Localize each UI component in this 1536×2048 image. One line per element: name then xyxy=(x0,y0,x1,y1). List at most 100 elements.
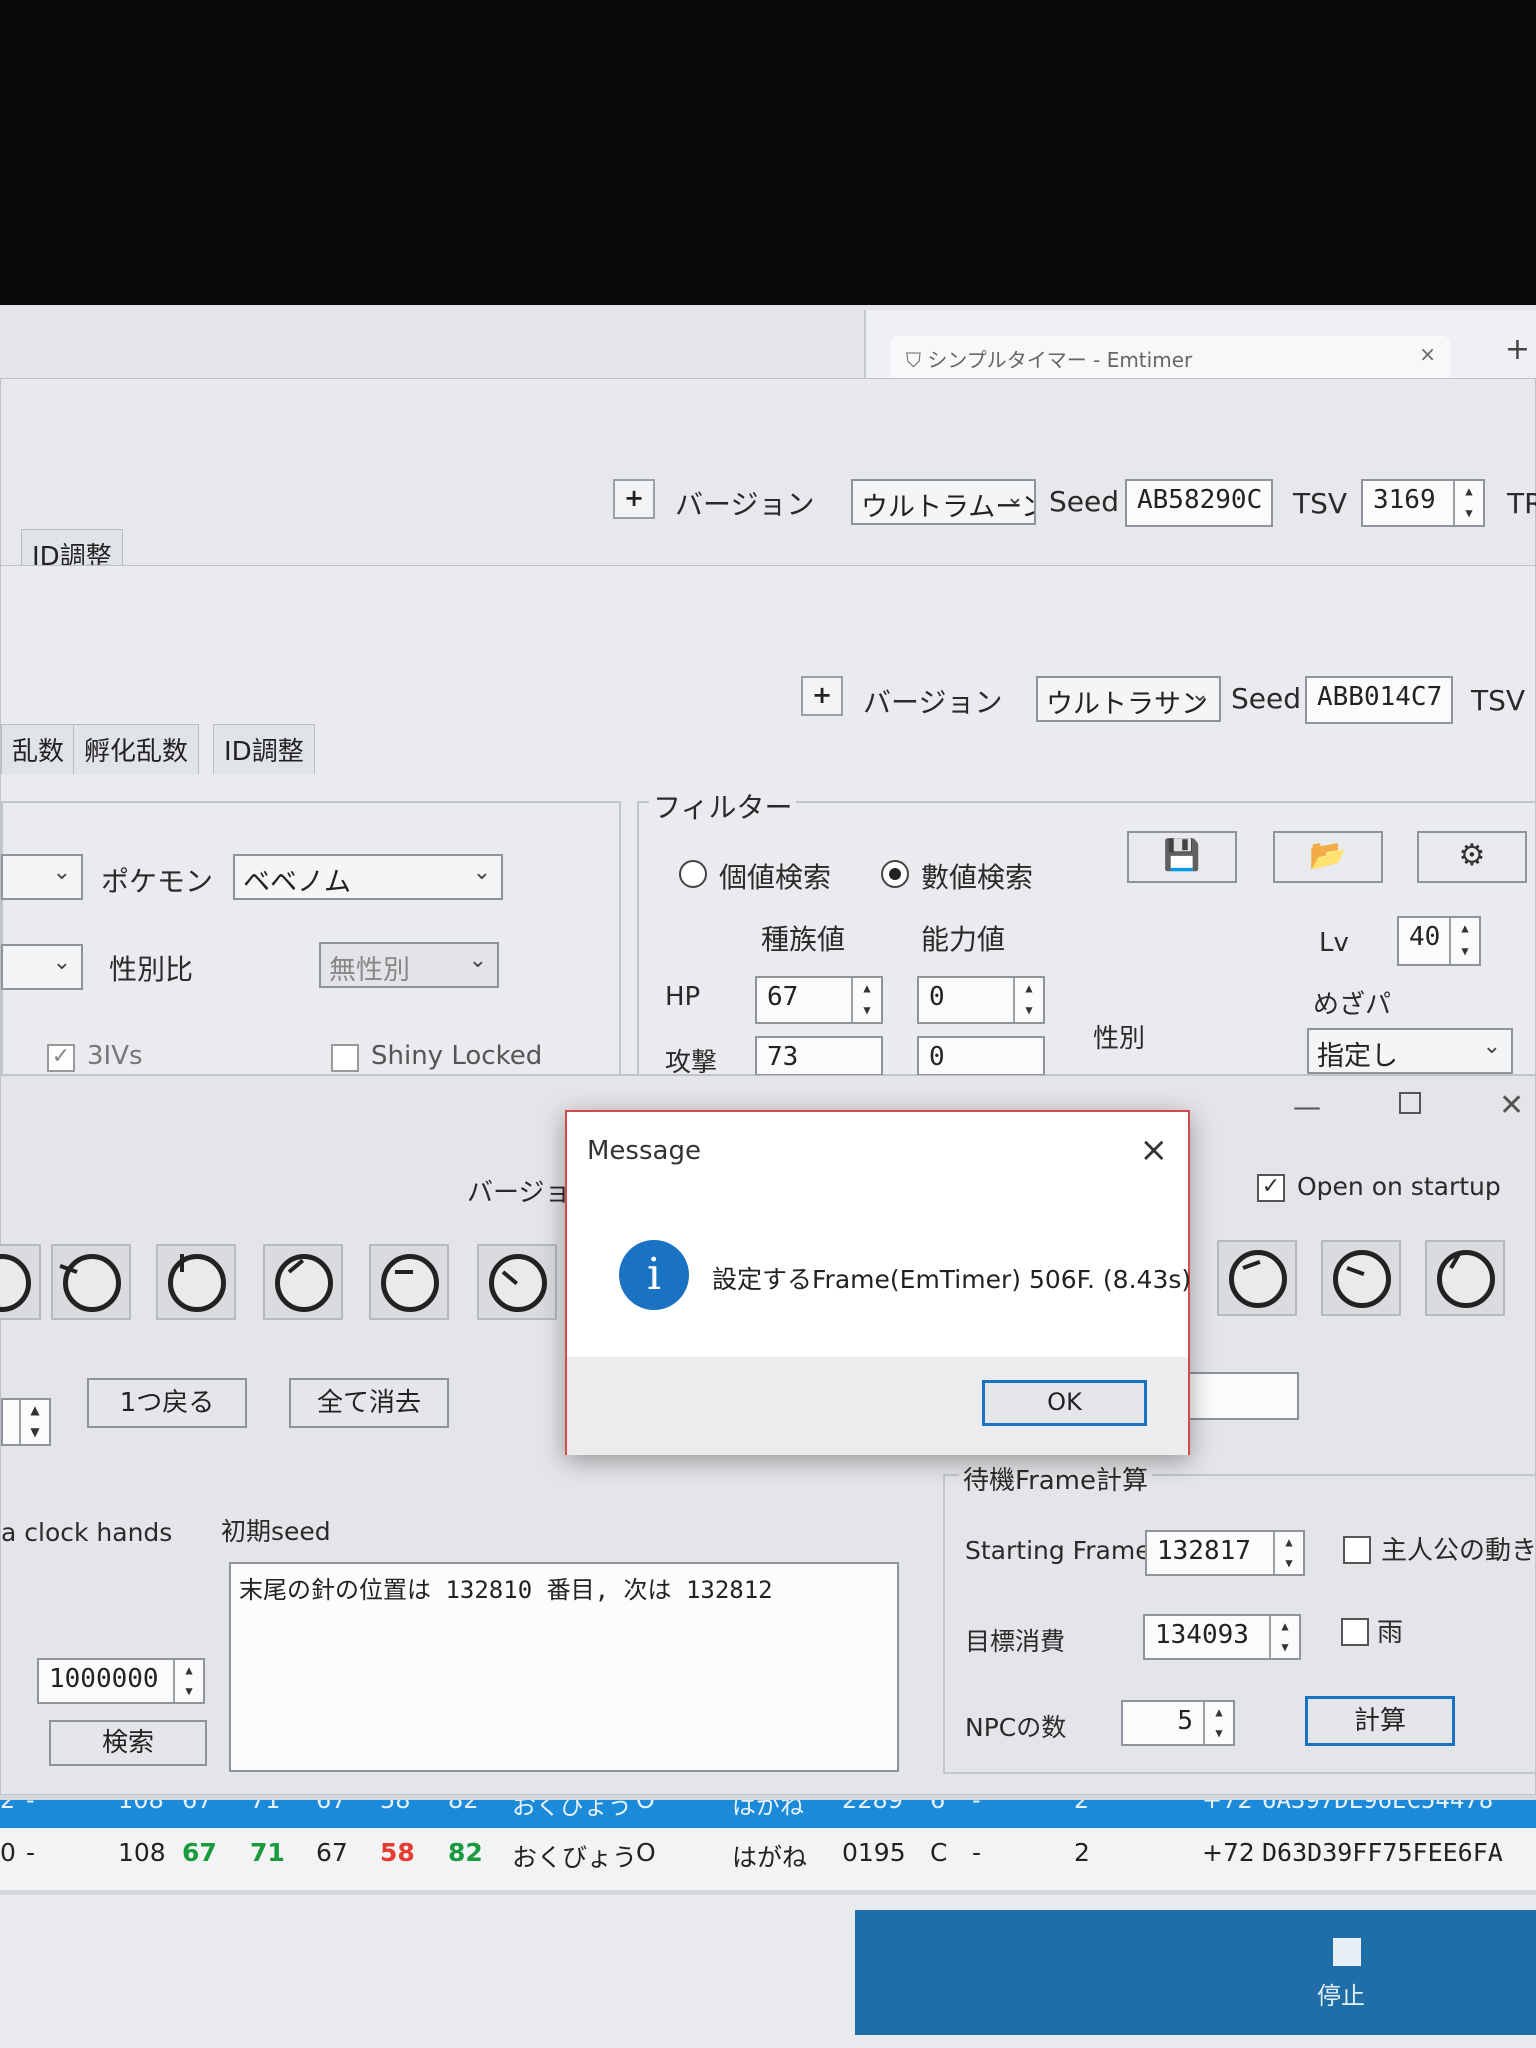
version-select-value: ウルトラサン xyxy=(1046,689,1208,720)
iv-search-radio[interactable] xyxy=(679,860,707,888)
attack-base-input[interactable]: 73 xyxy=(755,1036,883,1076)
table-row[interactable]: 2 - 108 67 71 67 58 82 おくびょう O はがね 2289 … xyxy=(0,1800,1536,1828)
table-row[interactable]: 0 - 108 67 71 67 58 82 おくびょう O はがね 0195 … xyxy=(0,1832,1536,1876)
dialog-footer: OK xyxy=(567,1357,1188,1455)
seed-input[interactable]: ABB014C7 xyxy=(1305,676,1453,724)
category-select[interactable]: ⌄ xyxy=(1,854,83,900)
level-label: Lv xyxy=(1319,928,1349,958)
hp-base-value: 67 xyxy=(767,982,799,1012)
table-cell: 71 xyxy=(250,1800,281,1814)
level-stepper[interactable]: ▲ ▼ xyxy=(1449,918,1479,964)
table-cell: はがね xyxy=(732,1843,808,1872)
npc-count-stepper[interactable]: ▲ ▼ xyxy=(1203,1702,1233,1744)
calculate-button[interactable]: 計算 xyxy=(1305,1696,1455,1746)
rain-label: 雨 xyxy=(1377,1618,1404,1648)
seed-input[interactable]: AB58290C xyxy=(1125,479,1273,527)
version-label: バージョン xyxy=(863,686,1003,719)
tab-id-adjust[interactable]: ID調整 xyxy=(213,724,315,774)
hp-base-input[interactable]: 67 ▲ ▼ xyxy=(755,976,883,1024)
open-on-startup-checkbox[interactable]: ✓ xyxy=(1257,1174,1285,1202)
table-cell: - xyxy=(26,1838,36,1867)
clock-button[interactable] xyxy=(156,1244,236,1320)
npc-count-input[interactable]: 5 ▲ ▼ xyxy=(1121,1700,1235,1746)
tsv-stepper[interactable]: ▲ ▼ xyxy=(1453,481,1483,525)
new-tab-icon[interactable]: + xyxy=(1505,332,1530,367)
clock-button[interactable] xyxy=(1217,1240,1297,1316)
back-one-button[interactable]: 1つ戻る xyxy=(87,1378,247,1428)
table-cell: 2 xyxy=(0,1800,16,1814)
clear-all-button[interactable]: 全て消去 xyxy=(289,1378,449,1428)
clock-button[interactable] xyxy=(369,1244,449,1320)
hp-stat-stepper[interactable]: ▲ ▼ xyxy=(1013,978,1043,1022)
tab-close-icon[interactable]: × xyxy=(1419,342,1436,366)
stat-search-radio[interactable] xyxy=(881,860,909,888)
clock-button[interactable] xyxy=(263,1244,343,1320)
clock-button[interactable] xyxy=(0,1244,41,1320)
three-ivs-checkbox[interactable]: ✓ xyxy=(47,1044,75,1072)
hidden-power-select[interactable]: 指定し ⌄ xyxy=(1307,1028,1513,1074)
browser-tab[interactable]: ⛉ シンプルタイマー - Emtimer × xyxy=(890,336,1450,380)
clock-button[interactable] xyxy=(1425,1240,1505,1316)
stat-value-header: 能力値 xyxy=(921,923,1006,956)
chevron-down-icon: ⌄ xyxy=(52,860,71,885)
minimize-icon[interactable]: — xyxy=(1293,1090,1321,1123)
count-stepper-arrows[interactable]: ▲ ▼ xyxy=(19,1400,49,1444)
base-stat-header: 種族値 xyxy=(761,923,846,956)
clock-button[interactable] xyxy=(1321,1240,1401,1316)
gender-ratio-select[interactable]: 無性別 ⌄ xyxy=(319,942,499,988)
max-frame-input[interactable]: 1000000 ▲ ▼ xyxy=(37,1658,205,1704)
hidden-power-value: 指定し xyxy=(1317,1041,1398,1072)
clock-button[interactable] xyxy=(477,1244,557,1320)
level-value: 40 xyxy=(1409,922,1441,952)
tab-rng[interactable]: 乱数 xyxy=(1,724,76,774)
version-select[interactable]: ウルトラサン ⌄ xyxy=(1036,676,1221,722)
table-cell: C xyxy=(930,1838,948,1867)
search-button[interactable]: 検索 xyxy=(49,1720,207,1766)
version-select[interactable]: ウルトラムーン ⌄ xyxy=(851,479,1036,525)
chevron-down-icon: ⌄ xyxy=(468,948,487,973)
table-cell: 108 xyxy=(118,1800,164,1814)
close-icon[interactable]: ✕ xyxy=(1499,1088,1524,1123)
close-icon[interactable]: × xyxy=(1140,1130,1169,1170)
maximize-icon[interactable] xyxy=(1399,1092,1421,1114)
starting-frame-input[interactable]: 132817 ▲ ▼ xyxy=(1145,1530,1305,1576)
initial-seed-label: 初期seed xyxy=(221,1517,331,1546)
max-frame-stepper[interactable]: ▲ ▼ xyxy=(173,1660,203,1702)
tab-egg-rng[interactable]: 孵化乱数 xyxy=(73,724,200,774)
target-stepper[interactable]: ▲ ▼ xyxy=(1269,1616,1299,1658)
player-move-checkbox[interactable] xyxy=(1343,1536,1371,1564)
hp-base-stepper[interactable]: ▲ ▼ xyxy=(851,978,881,1022)
gender-ratio-value: 無性別 xyxy=(329,955,410,986)
expand-button[interactable]: + xyxy=(801,676,843,716)
clock-button[interactable] xyxy=(51,1244,131,1320)
sub-select[interactable]: ⌄ xyxy=(1,944,83,990)
level-input[interactable]: 40 ▲ ▼ xyxy=(1397,916,1481,966)
frame-input[interactable] xyxy=(1177,1372,1299,1420)
result-textarea[interactable]: 末尾の針の位置は 132810 番目, 次は 132812 xyxy=(229,1562,899,1772)
shiny-locked-checkbox[interactable] xyxy=(331,1044,359,1072)
hp-label: HP xyxy=(665,982,701,1012)
settings-button[interactable]: ⚙ xyxy=(1417,831,1527,883)
open-folder-button[interactable]: 📂 xyxy=(1273,831,1383,883)
stop-button[interactable]: 停止 xyxy=(855,1910,1536,2035)
save-button[interactable]: 💾 xyxy=(1127,831,1237,883)
stat-search-label: 數値検索 xyxy=(921,861,1034,894)
ok-button[interactable]: OK xyxy=(982,1380,1147,1426)
dialog-message: 設定するFrame(EmTimer) 506F. (8.43s) xyxy=(712,1265,1192,1294)
pokemon-select[interactable]: ベベノム ⌄ xyxy=(233,854,503,900)
info-icon: i xyxy=(619,1240,689,1310)
target-input[interactable]: 134093 ▲ ▼ xyxy=(1143,1614,1301,1660)
table-cell: おくびょう xyxy=(512,1800,632,1820)
rng-window-back: + バージョン ウルトラムーン ⌄ Seed AB58290C TSV 3169… xyxy=(0,378,1536,579)
attack-stat-input[interactable]: 0 xyxy=(917,1036,1045,1076)
tsv-input[interactable]: 3169 ▲ ▼ xyxy=(1361,479,1485,527)
save-icon: 💾 xyxy=(1163,838,1201,873)
table-cell: 2 xyxy=(1074,1838,1090,1867)
table-cell: O xyxy=(636,1838,656,1867)
expand-button[interactable]: + xyxy=(613,479,655,519)
count-stepper[interactable]: ▲ ▼ xyxy=(1,1398,51,1446)
hp-stat-input[interactable]: 0 ▲ ▼ xyxy=(917,976,1045,1024)
seed-label: Seed xyxy=(1231,682,1301,715)
rain-checkbox[interactable] xyxy=(1341,1618,1369,1646)
starting-frame-stepper[interactable]: ▲ ▼ xyxy=(1273,1532,1303,1574)
